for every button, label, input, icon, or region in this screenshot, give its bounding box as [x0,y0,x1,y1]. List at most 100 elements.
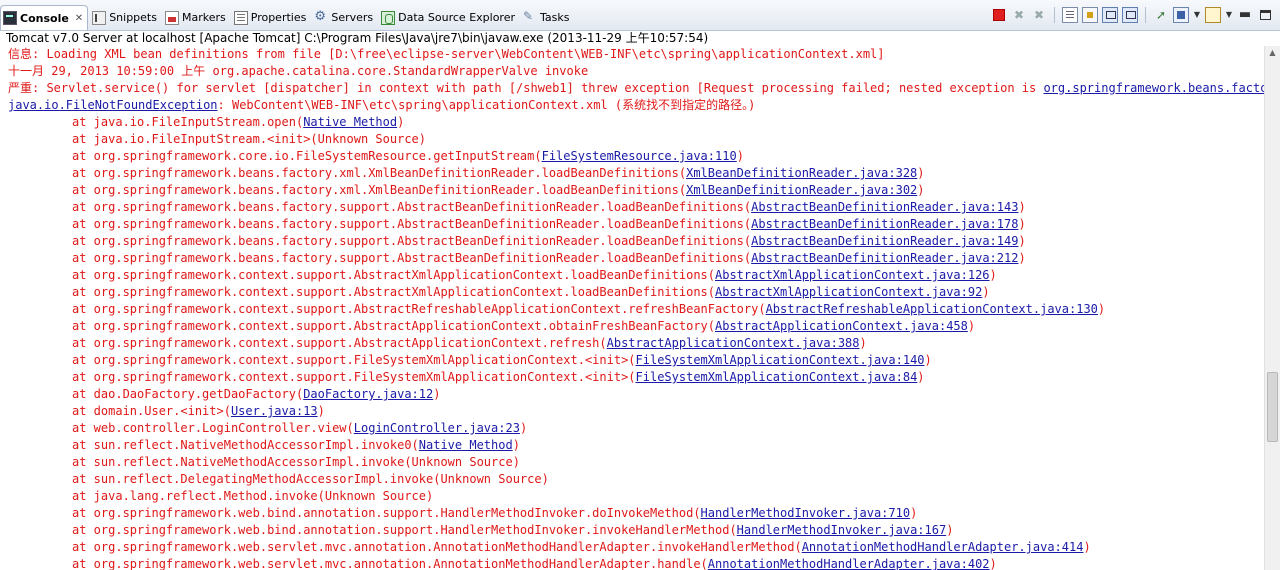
stack-trace-link[interactable]: AbstractXmlApplicationContext.java:92 [715,285,982,299]
stack-trace-link[interactable]: HandlerMethodInvoker.java:167 [737,523,947,537]
console-text: ) [1018,217,1026,231]
console-text: ) [982,285,990,299]
toolbar-separator [1054,7,1055,23]
tab-snippets[interactable]: Snippets [88,5,161,30]
console-text: at org.springframework.context.support.F… [72,370,636,384]
stack-trace-link[interactable]: DaoFactory.java:12 [303,387,433,401]
console-line: at org.springframework.core.io.FileSyste… [0,148,1264,165]
chevron-down-icon[interactable]: ▼ [1193,7,1201,23]
stack-trace-link[interactable]: AbstractApplicationContext.java:458 [715,319,968,333]
terminate-icon[interactable] [993,9,1005,21]
console-line: at sun.reflect.NativeMethodAccessorImpl.… [0,437,1264,454]
stack-trace-link[interactable]: Native Method [419,438,513,452]
tab-label: Tasks [540,11,570,24]
stack-trace-link[interactable]: org.springframework.beans.factory.BeanDe… [1043,81,1264,95]
console-output[interactable]: 信息: Loading XML bean definitions from fi… [0,46,1264,570]
console-text: ) [917,166,925,180]
console-line: at java.lang.reflect.Method.invoke(Unkno… [0,488,1264,505]
console-line: at dao.DaoFactory.getDaoFactory(DaoFacto… [0,386,1264,403]
scroll-up-icon[interactable]: ▲ [1265,46,1280,60]
launch-description: Tomcat v7.0 Server at localhost [Apache … [6,31,709,45]
console-toolbar: ✖ ✖ ➚ ▼ ▼ ▬ [991,7,1274,23]
show-console-on-output-icon[interactable] [1102,7,1118,23]
tab-tasks[interactable]: Tasks [519,5,573,30]
console-text: at org.springframework.beans.factory.sup… [72,200,752,214]
pin-console-icon[interactable]: ➚ [1153,7,1169,23]
tab-markers[interactable]: Markers [161,5,230,30]
stack-trace-link[interactable]: HandlerMethodInvoker.java:710 [701,506,911,520]
show-console-on-error-icon[interactable] [1122,7,1138,23]
scroll-lock-icon[interactable] [1082,7,1098,23]
console-line: at sun.reflect.DelegatingMethodAccessorI… [0,471,1264,488]
stack-trace-link[interactable]: AbstractBeanDefinitionReader.java:178 [751,217,1018,231]
stack-trace-link[interactable]: AbstractRefreshableApplicationContext.ja… [766,302,1098,316]
tab-label: Properties [250,11,307,24]
console-text: ) [1018,200,1026,214]
close-icon[interactable]: ✕ [75,13,83,24]
stack-trace-link[interactable]: AnnotationMethodHandlerAdapter.java:414 [802,540,1084,554]
console-line: at org.springframework.context.support.A… [0,267,1264,284]
console-text: ) [736,149,744,163]
stack-trace-link[interactable]: AbstractBeanDefinitionReader.java:149 [751,234,1018,248]
stack-trace-link[interactable]: AbstractBeanDefinitionReader.java:212 [751,251,1018,265]
markers-icon [164,10,179,25]
properties-icon [233,10,248,25]
minimize-icon[interactable]: ▬ [1237,7,1253,23]
stack-trace-link[interactable]: FileSystemXmlApplicationContext.java:140 [636,353,925,367]
stack-trace-link[interactable]: XmlBeanDefinitionReader.java:328 [686,166,917,180]
tasks-icon [523,9,537,25]
console-line: at org.springframework.beans.factory.sup… [0,199,1264,216]
chevron-down-icon[interactable]: ▼ [1225,7,1233,23]
console-text: at sun.reflect.DelegatingMethodAccessorI… [72,472,549,486]
console-text: at org.springframework.web.servlet.mvc.a… [72,557,708,570]
console-line: at org.springframework.beans.factory.sup… [0,216,1264,233]
remove-launch-icon[interactable]: ✖ [1011,7,1027,23]
console-text: at org.springframework.web.bind.annotati… [72,506,701,520]
scrollbar-thumb[interactable] [1267,372,1278,442]
tab-servers[interactable]: Servers [310,5,377,30]
remove-all-terminated-icon[interactable]: ✖ [1031,7,1047,23]
console-line: at web.controller.LoginController.view(L… [0,420,1264,437]
console-text: at org.springframework.beans.factory.sup… [72,234,752,248]
stack-trace-link[interactable]: FileSystemXmlApplicationContext.java:84 [636,370,918,384]
stack-trace-link[interactable]: LoginController.java:23 [354,421,520,435]
console-text: at sun.reflect.NativeMethodAccessorImpl.… [72,455,520,469]
stack-trace-link[interactable]: AbstractXmlApplicationContext.java:126 [715,268,990,282]
stack-trace-link[interactable]: User.java:13 [231,404,318,418]
console-text: at org.springframework.web.servlet.mvc.a… [72,540,802,554]
console-line: at java.io.FileInputStream.<init>(Unknow… [0,131,1264,148]
open-console-icon[interactable] [1205,7,1221,23]
console-line: at org.springframework.web.bind.annotati… [0,505,1264,522]
stack-trace-link[interactable]: AnnotationMethodHandlerAdapter.java:402 [708,557,990,570]
console-text: 十一月 29, 2013 10:59:00 上午 org.apache.cata… [8,64,589,78]
vertical-scrollbar[interactable]: ▲ [1264,46,1280,570]
tab-data-source-explorer[interactable]: Data Source Explorer [377,5,519,30]
console-text: 严重: Servlet.service() for servlet [dispa… [8,81,1044,95]
tab-console[interactable]: Console ✕ [0,5,89,30]
stack-trace-link[interactable]: java.io.FileNotFoundException [8,98,218,112]
tab-properties[interactable]: Properties [230,5,311,30]
stack-trace-link[interactable]: FileSystemResource.java:110 [542,149,737,163]
console-line: 严重: Servlet.service() for servlet [dispa… [0,80,1264,97]
stack-trace-link[interactable]: AbstractApplicationContext.java:388 [607,336,860,350]
console-text: at org.springframework.beans.factory.sup… [72,217,752,231]
console-icon [3,11,17,25]
console-text: ) [924,353,932,367]
console-line: at org.springframework.context.support.A… [0,318,1264,335]
console-text: at web.controller.LoginController.view( [72,421,354,435]
stack-trace-link[interactable]: Native Method [303,115,397,129]
maximize-icon[interactable] [1260,10,1271,20]
console-text: at sun.reflect.NativeMethodAccessorImpl.… [72,438,419,452]
stack-trace-link[interactable]: XmlBeanDefinitionReader.java:302 [686,183,917,197]
console-line: at org.springframework.web.servlet.mvc.a… [0,556,1264,570]
stack-trace-link[interactable]: AbstractBeanDefinitionReader.java:143 [751,200,1018,214]
console-line: at java.io.FileInputStream.open(Native M… [0,114,1264,131]
console-line: at sun.reflect.NativeMethodAccessorImpl.… [0,454,1264,471]
console-text: ) [1097,302,1106,316]
console-line: 信息: Loading XML bean definitions from fi… [0,46,1264,63]
console-text: ) [967,319,976,333]
console-line: at org.springframework.context.support.F… [0,369,1264,386]
display-selected-console-icon[interactable] [1173,7,1189,23]
clear-console-icon[interactable] [1062,7,1078,23]
console-text: at dao.DaoFactory.getDaoFactory( [72,387,304,401]
